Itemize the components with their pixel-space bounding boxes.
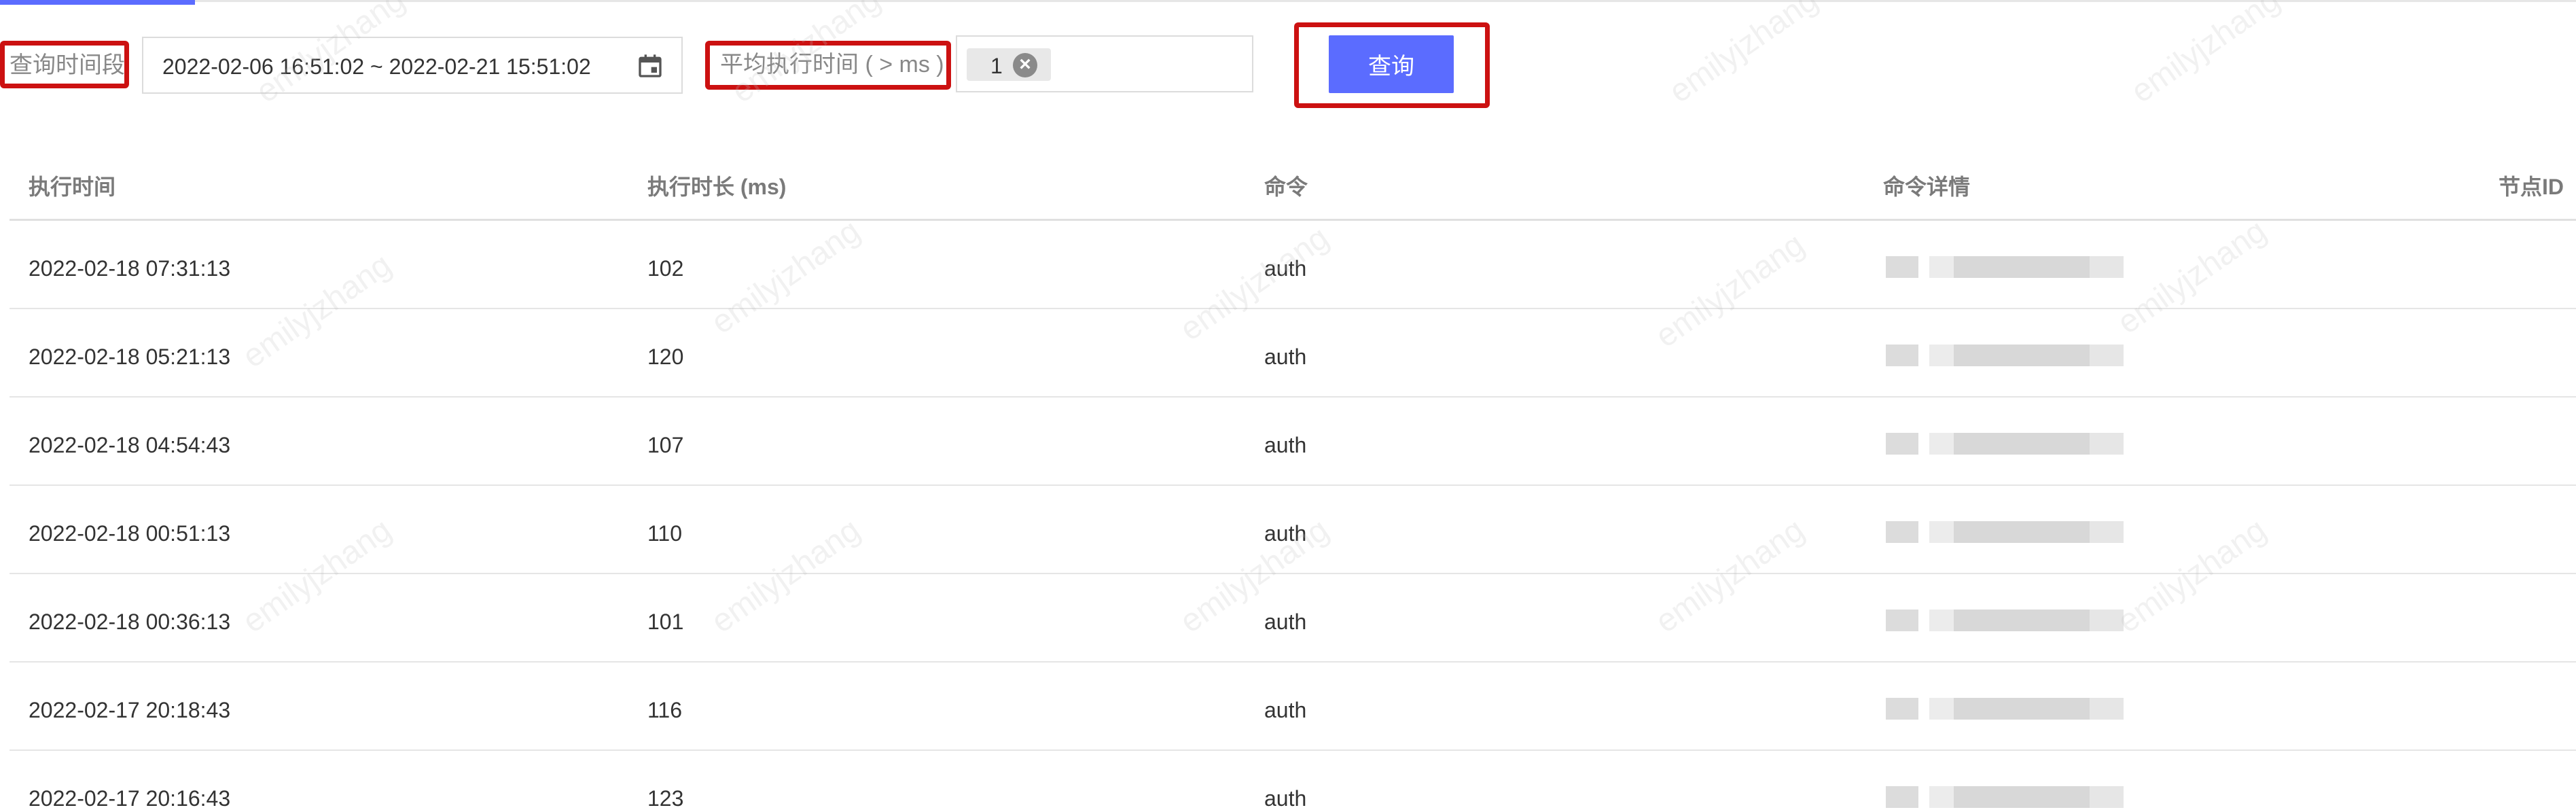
watermark: emilyjzhang [1662,0,1825,110]
highlight-box-time-label [0,41,129,88]
avg-exec-time-input[interactable]: 1 × [956,35,1253,92]
cell-command-detail-redacted [1886,521,2137,543]
cell-exec-time: 2022-02-18 07:31:13 [29,256,231,281]
table-row[interactable]: 2022-02-17 20:18:43 116 auth [10,663,2576,751]
table-row[interactable]: 2022-02-17 20:16:43 123 auth [10,751,2576,812]
table-row[interactable]: 2022-02-18 07:31:13 102 auth [10,221,2576,309]
calendar-icon[interactable] [637,52,664,80]
threshold-tag-value: 1 [990,54,1003,78]
cell-exec-time: 2022-02-17 20:16:43 [29,786,231,811]
cell-exec-time: 2022-02-18 00:36:13 [29,610,231,634]
close-circle-icon[interactable]: × [1013,53,1037,77]
table-row[interactable]: 2022-02-18 04:54:43 107 auth [10,398,2576,486]
highlight-box-query-button [1294,22,1490,108]
cell-command-detail-redacted [1886,256,2137,278]
cell-duration: 110 [647,521,683,546]
table-row[interactable]: 2022-02-18 00:51:13 110 auth [10,486,2576,574]
cell-exec-time: 2022-02-18 04:54:43 [29,433,231,457]
table-row[interactable]: 2022-02-18 05:21:13 120 auth [10,309,2576,398]
column-header-exec-time: 执行时间 [29,175,116,199]
tab-bar-divider [0,0,2576,2]
cell-exec-time: 2022-02-17 20:18:43 [29,698,231,722]
cell-duration: 120 [647,345,684,369]
cell-command: auth [1264,786,1307,811]
table-row[interactable]: 2022-02-18 00:36:13 101 auth [10,574,2576,663]
cell-command: auth [1264,698,1307,722]
cell-command: auth [1264,256,1307,281]
cell-command: auth [1264,610,1307,634]
date-range-value: 2022-02-06 16:51:02 ~ 2022-02-21 15:51:0… [162,54,591,79]
column-header-command-detail: 命令详情 [1883,175,1971,199]
cell-command-detail-redacted [1886,698,2137,720]
highlight-box-avg-label [705,41,951,90]
cell-duration: 107 [647,433,684,457]
cell-duration: 101 [647,610,684,634]
active-tab-indicator [0,0,195,5]
column-header-node-id: 节点ID [2499,175,2564,199]
column-header-command: 命令 [1264,175,1308,199]
cell-command-detail-redacted [1886,345,2137,366]
threshold-tag: 1 × [967,48,1051,81]
cell-command-detail-redacted [1886,786,2137,808]
cell-exec-time: 2022-02-18 00:51:13 [29,521,231,546]
cell-command: auth [1264,433,1307,457]
cell-command: auth [1264,521,1307,546]
cell-command-detail-redacted [1886,610,2137,631]
cell-exec-time: 2022-02-18 05:21:13 [29,345,231,369]
cell-duration: 116 [647,698,683,722]
date-range-picker[interactable]: 2022-02-06 16:51:02 ~ 2022-02-21 15:51:0… [142,37,683,94]
column-header-duration: 执行时长 (ms) [647,175,787,199]
cell-duration: 123 [647,786,684,811]
cell-command-detail-redacted [1886,433,2137,455]
cell-duration: 102 [647,256,684,281]
watermark: emilyjzhang [2124,0,2287,110]
cell-command: auth [1264,345,1307,369]
